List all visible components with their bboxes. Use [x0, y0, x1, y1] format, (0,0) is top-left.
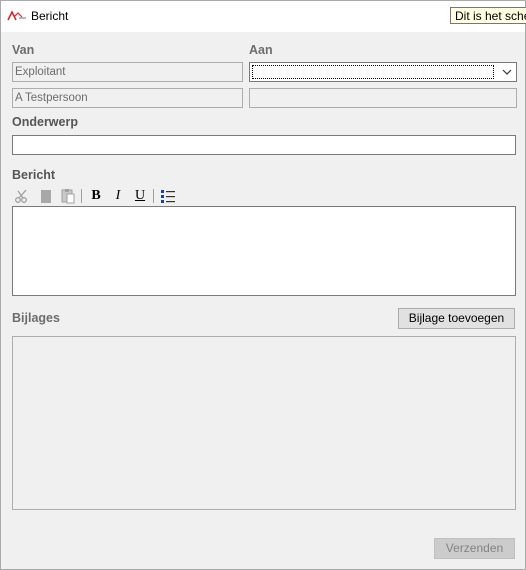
bijlages-label: Bijlages [12, 311, 60, 325]
attachments-list[interactable] [12, 336, 516, 510]
underline-button[interactable]: U [131, 187, 149, 205]
send-button[interactable]: Verzenden [434, 538, 515, 559]
bold-button[interactable]: B [87, 187, 105, 205]
window-title: Bericht [31, 9, 69, 23]
bericht-label: Bericht [12, 168, 56, 182]
italic-button[interactable]: I [109, 187, 127, 205]
toolbar-separator [81, 189, 82, 203]
paste-icon[interactable] [59, 187, 77, 205]
van-label: Van [12, 43, 35, 57]
tooltip: Dit is het sche [450, 7, 526, 24]
focus-rectangle [252, 65, 494, 79]
chevron-down-icon[interactable] [502, 68, 512, 76]
van-account-field: Exploitant [12, 62, 243, 82]
add-attachment-button[interactable]: Bijlage toevoegen [398, 308, 515, 329]
app-logo-icon [7, 10, 26, 21]
onderwerp-input[interactable] [12, 135, 516, 155]
aan-label: Aan [249, 43, 273, 57]
toolbar-separator [153, 189, 154, 203]
message-editor[interactable] [12, 206, 516, 296]
aan-name-field [249, 88, 517, 108]
copy-icon[interactable] [37, 187, 55, 205]
van-name-field: A Testpersoon [12, 88, 243, 108]
bericht-window: Bericht Dit is het sche Van Aan Exploita… [0, 0, 526, 570]
title-bar: Bericht [1, 1, 525, 32]
cut-icon[interactable] [13, 187, 31, 205]
aan-recipient-select[interactable] [249, 62, 517, 82]
onderwerp-label: Onderwerp [12, 115, 78, 129]
bulleted-list-icon[interactable] [159, 187, 177, 205]
